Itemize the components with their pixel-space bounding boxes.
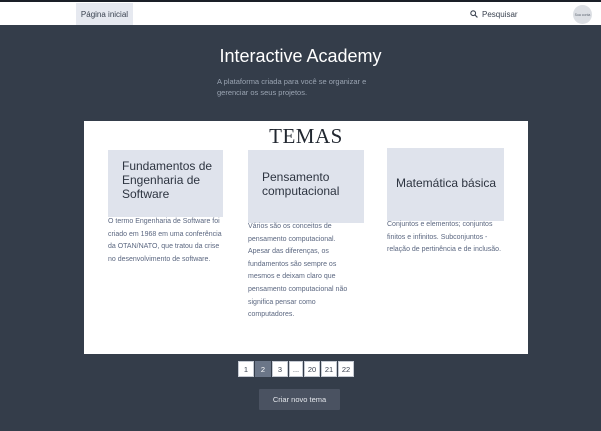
- topics-heading: TEMAS: [269, 124, 343, 148]
- account-avatar[interactable]: Sua conta: [573, 5, 592, 24]
- search-icon: [470, 10, 478, 18]
- topic-card-header[interactable]: Pensamento computacional: [248, 150, 364, 223]
- topics-panel: TEMAS Fundamentos de Engenharia de Softw…: [84, 121, 528, 354]
- page-button[interactable]: 1: [238, 361, 254, 377]
- topic-card-header[interactable]: Matemática básica: [387, 148, 504, 221]
- topic-card-title: Pensamento computacional: [262, 170, 340, 198]
- page-button[interactable]: 3: [272, 361, 288, 377]
- topic-card-description: Conjuntos e elementos; conjuntos finitos…: [387, 221, 502, 254]
- topic-card-title: Matemática básica: [396, 176, 497, 190]
- topic-card-description: O termo Engenharia de Software foi criad…: [108, 218, 222, 263]
- topic-card-header[interactable]: Fundamentos de Engenharia de Software: [108, 150, 223, 217]
- search-label: Pesquisar: [482, 9, 518, 19]
- search-button[interactable]: Pesquisar: [470, 7, 518, 21]
- topic-card-title: Fundamentos de Engenharia de Software: [122, 159, 213, 201]
- page-subtitle: A plataforma criada para você se organiz…: [217, 77, 367, 97]
- page-button[interactable]: 20: [304, 361, 320, 377]
- create-topic-button[interactable]: Criar novo tema: [259, 389, 340, 410]
- page-button[interactable]: 22: [338, 361, 354, 377]
- pagination: 1 2 3 ... 20 21 22: [238, 361, 355, 377]
- top-navbar: Página inicial Pesquisar Sua conta: [0, 0, 601, 25]
- page-button-current[interactable]: 2: [255, 361, 271, 377]
- page-button[interactable]: 21: [321, 361, 337, 377]
- page-title: Interactive Academy: [219, 46, 382, 66]
- page-ellipsis: ...: [289, 361, 303, 377]
- topic-card-description: Vários são os conceitos de pensamento co…: [248, 223, 348, 319]
- nav-home-link[interactable]: Página inicial: [76, 3, 133, 25]
